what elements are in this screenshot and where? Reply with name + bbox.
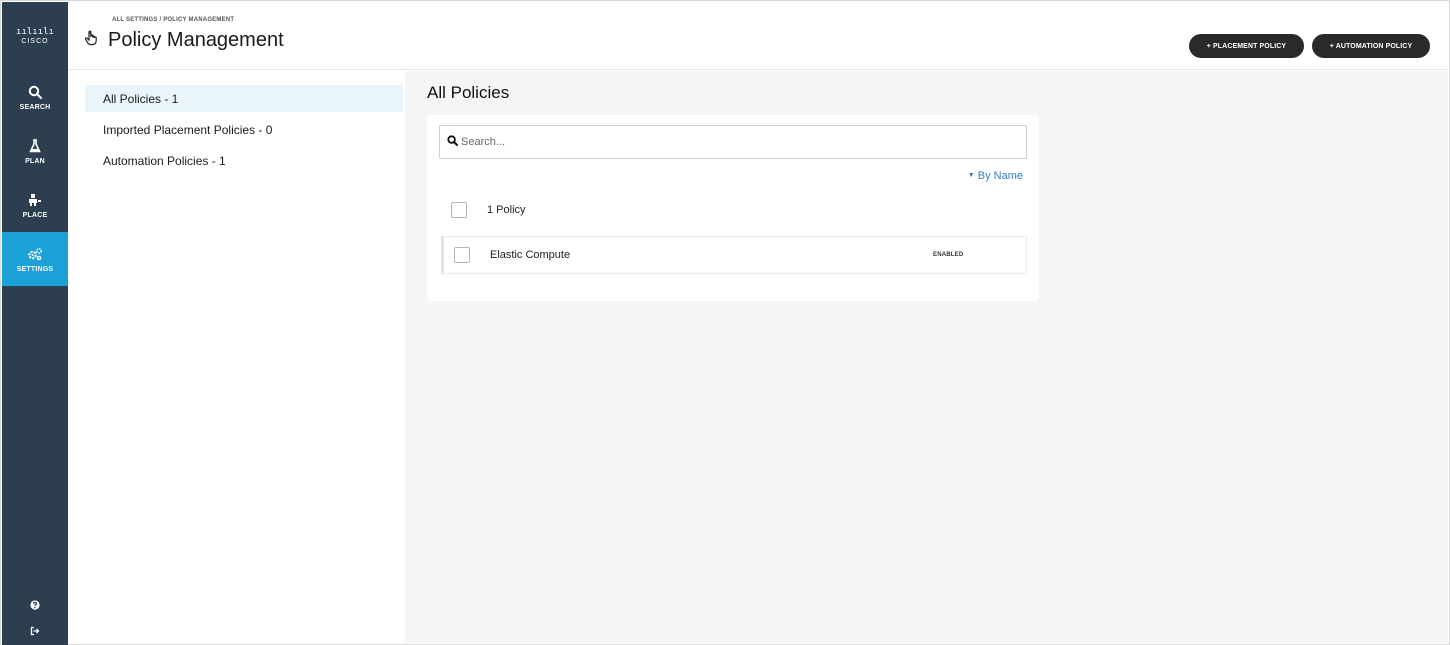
add-placement-policy-button[interactable]: + PLACEMENT POLICY: [1189, 34, 1304, 58]
logout-button[interactable]: [2, 619, 68, 645]
search-icon: [28, 83, 42, 101]
hand-pointer-icon: [84, 30, 98, 51]
nav-item-label: PLAN: [25, 158, 45, 165]
category-item-imported-placement[interactable]: Imported Placement Policies - 0: [85, 116, 403, 143]
nav-item-search[interactable]: SEARCH: [2, 70, 68, 124]
select-all-checkbox[interactable]: [451, 202, 467, 218]
policy-category-list: All Policies - 1 Imported Placement Poli…: [85, 85, 403, 178]
search-box: [439, 125, 1027, 159]
search-input[interactable]: [461, 136, 1001, 148]
policy-row-checkbox[interactable]: [454, 247, 470, 263]
category-item-all-policies[interactable]: All Policies - 1: [85, 85, 403, 112]
page-header: ALL SETTINGS / POLICY MANAGEMENT Policy …: [68, 2, 1448, 70]
app-frame: ıılıılı CISCO SEARCH PLAN PLACE SETTINGS…: [0, 0, 1450, 645]
breadcrumb: ALL SETTINGS / POLICY MANAGEMENT: [112, 17, 235, 23]
nav-item-settings[interactable]: SETTINGS: [2, 232, 68, 286]
place-icon: [28, 191, 42, 209]
rail-bottom-actions: [2, 593, 68, 645]
list-header: 1 Policy: [451, 202, 526, 218]
gears-icon: [27, 245, 43, 263]
help-icon: [30, 597, 40, 615]
section-title: All Policies: [427, 83, 510, 102]
policies-card: ▼ By Name 1 Policy Elastic Compute ENABL…: [427, 115, 1039, 301]
logout-icon: [30, 623, 40, 641]
search-icon: [447, 133, 458, 151]
nav-item-label: PLACE: [22, 212, 48, 219]
status-badge: ENABLED: [933, 252, 964, 258]
nav-item-place[interactable]: PLACE: [2, 178, 68, 232]
nav-item-label: SETTINGS: [16, 266, 54, 273]
caret-down-icon: ▼: [967, 172, 975, 179]
page-title: Policy Management: [108, 29, 284, 51]
nav-item-label: SEARCH: [19, 104, 51, 111]
category-item-automation[interactable]: Automation Policies - 1: [85, 147, 403, 174]
sort-label: By Name: [977, 170, 1023, 182]
policy-name: Elastic Compute: [490, 249, 571, 261]
policy-row[interactable]: Elastic Compute ENABLED: [441, 236, 1027, 274]
add-automation-policy-button[interactable]: + AUTOMATION POLICY: [1312, 34, 1430, 58]
left-nav-rail: ıılıılı CISCO SEARCH PLAN PLACE SETTINGS: [2, 2, 68, 645]
sort-by-name-toggle[interactable]: ▼ By Name: [968, 170, 1023, 182]
policy-count: 1 Policy: [487, 204, 526, 216]
main-content: All Policies ▼ By Name 1 Policy Elastic …: [405, 71, 1448, 643]
nav-item-plan[interactable]: PLAN: [2, 124, 68, 178]
title-row: Policy Management: [84, 29, 284, 52]
cisco-logo-bars: ıılıılı: [16, 26, 54, 37]
flask-icon: [29, 137, 41, 155]
cisco-logo: ıılıılı CISCO: [2, 2, 68, 70]
help-button[interactable]: [2, 593, 68, 619]
cisco-logo-wordmark: CISCO: [21, 37, 49, 45]
